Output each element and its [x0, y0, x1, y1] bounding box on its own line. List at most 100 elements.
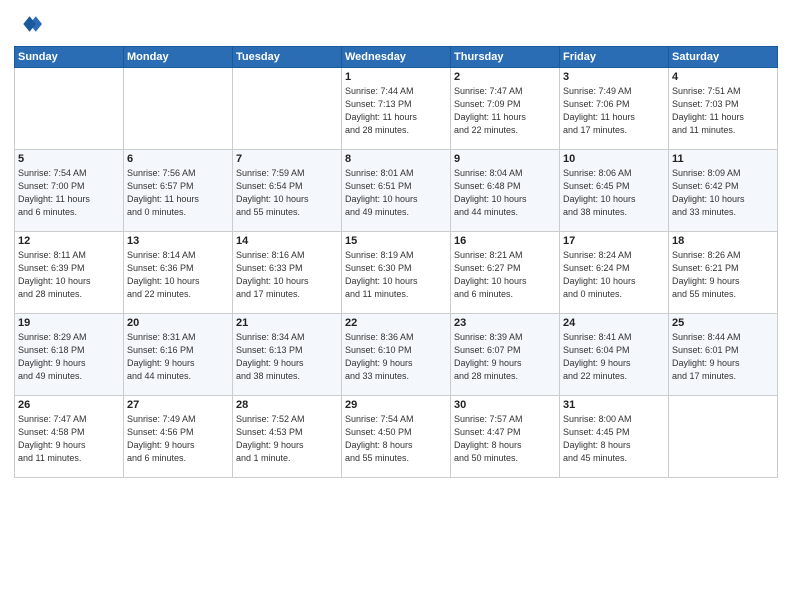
day-cell: [15, 68, 124, 150]
header: [14, 10, 778, 38]
day-info: Sunrise: 8:26 AM Sunset: 6:21 PM Dayligh…: [672, 249, 774, 301]
day-info: Sunrise: 7:52 AM Sunset: 4:53 PM Dayligh…: [236, 413, 338, 465]
week-row-3: 12 Sunrise: 8:11 AM Sunset: 6:39 PM Dayli…: [15, 232, 778, 314]
day-info: Sunrise: 7:56 AM Sunset: 6:57 PM Dayligh…: [127, 167, 229, 219]
day-number: 12: [18, 235, 120, 247]
day-info: Sunrise: 8:19 AM Sunset: 6:30 PM Dayligh…: [345, 249, 447, 301]
day-cell: 1 Sunrise: 7:44 AM Sunset: 7:13 PM Daylig…: [342, 68, 451, 150]
day-cell: 29 Sunrise: 7:54 AM Sunset: 4:50 PM Dayli…: [342, 396, 451, 478]
day-number: 29: [345, 399, 447, 411]
day-number: 3: [563, 71, 665, 83]
day-number: 5: [18, 153, 120, 165]
day-info: Sunrise: 8:09 AM Sunset: 6:42 PM Dayligh…: [672, 167, 774, 219]
day-cell: 22 Sunrise: 8:36 AM Sunset: 6:10 PM Dayli…: [342, 314, 451, 396]
day-number: 27: [127, 399, 229, 411]
day-cell: 12 Sunrise: 8:11 AM Sunset: 6:39 PM Dayli…: [15, 232, 124, 314]
col-header-sunday: Sunday: [15, 47, 124, 68]
day-info: Sunrise: 8:31 AM Sunset: 6:16 PM Dayligh…: [127, 331, 229, 383]
day-number: 26: [18, 399, 120, 411]
day-cell: 16Sunrise: 8:21 AM Sunset: 6:27 PM Dayli…: [451, 232, 560, 314]
day-number: 11: [672, 153, 774, 165]
day-cell: [669, 396, 778, 478]
day-cell: 17 Sunrise: 8:24 AM Sunset: 6:24 PM Dayli…: [560, 232, 669, 314]
day-info: Sunrise: 7:44 AM Sunset: 7:13 PM Dayligh…: [345, 85, 447, 137]
day-cell: 27 Sunrise: 7:49 AM Sunset: 4:56 PM Dayli…: [124, 396, 233, 478]
day-cell: 15 Sunrise: 8:19 AM Sunset: 6:30 PM Dayli…: [342, 232, 451, 314]
day-info: Sunrise: 8:11 AM Sunset: 6:39 PM Dayligh…: [18, 249, 120, 301]
day-info: Sunrise: 8:01 AM Sunset: 6:51 PM Dayligh…: [345, 167, 447, 219]
calendar-table: SundayMondayTuesdayWednesdayThursdayFrid…: [14, 46, 778, 478]
week-row-5: 26Sunrise: 7:47 AM Sunset: 4:58 PM Dayli…: [15, 396, 778, 478]
day-number: 15: [345, 235, 447, 247]
day-number: 6: [127, 153, 229, 165]
day-info: Sunrise: 8:39 AM Sunset: 6:07 PM Dayligh…: [454, 331, 556, 383]
day-number: 4: [672, 71, 774, 83]
day-info: Sunrise: 7:54 AM Sunset: 4:50 PM Dayligh…: [345, 413, 447, 465]
logo: [14, 10, 46, 38]
day-cell: [124, 68, 233, 150]
day-info: Sunrise: 8:34 AM Sunset: 6:13 PM Dayligh…: [236, 331, 338, 383]
day-info: Sunrise: 8:06 AM Sunset: 6:45 PM Dayligh…: [563, 167, 665, 219]
day-info: Sunrise: 8:24 AM Sunset: 6:24 PM Dayligh…: [563, 249, 665, 301]
day-cell: 20Sunrise: 8:31 AM Sunset: 6:16 PM Dayli…: [124, 314, 233, 396]
day-cell: 4 Sunrise: 7:51 AM Sunset: 7:03 PM Daylig…: [669, 68, 778, 150]
day-number: 28: [236, 399, 338, 411]
day-info: Sunrise: 8:44 AM Sunset: 6:01 PM Dayligh…: [672, 331, 774, 383]
day-info: Sunrise: 7:59 AM Sunset: 6:54 PM Dayligh…: [236, 167, 338, 219]
day-info: Sunrise: 8:36 AM Sunset: 6:10 PM Dayligh…: [345, 331, 447, 383]
day-cell: 8 Sunrise: 8:01 AM Sunset: 6:51 PM Daylig…: [342, 150, 451, 232]
week-row-4: 19Sunrise: 8:29 AM Sunset: 6:18 PM Dayli…: [15, 314, 778, 396]
col-header-friday: Friday: [560, 47, 669, 68]
col-header-tuesday: Tuesday: [233, 47, 342, 68]
day-info: Sunrise: 8:41 AM Sunset: 6:04 PM Dayligh…: [563, 331, 665, 383]
day-cell: 9 Sunrise: 8:04 AM Sunset: 6:48 PM Daylig…: [451, 150, 560, 232]
day-number: 17: [563, 235, 665, 247]
day-number: 23: [454, 317, 556, 329]
day-info: Sunrise: 7:49 AM Sunset: 7:06 PM Dayligh…: [563, 85, 665, 137]
day-cell: 30 Sunrise: 7:57 AM Sunset: 4:47 PM Dayli…: [451, 396, 560, 478]
day-info: Sunrise: 7:51 AM Sunset: 7:03 PM Dayligh…: [672, 85, 774, 137]
day-number: 16: [454, 235, 556, 247]
day-number: 13: [127, 235, 229, 247]
day-cell: 5 Sunrise: 7:54 AM Sunset: 7:00 PM Daylig…: [15, 150, 124, 232]
day-number: 2: [454, 71, 556, 83]
day-cell: 6 Sunrise: 7:56 AM Sunset: 6:57 PM Daylig…: [124, 150, 233, 232]
day-number: 10: [563, 153, 665, 165]
day-cell: 23 Sunrise: 8:39 AM Sunset: 6:07 PM Dayli…: [451, 314, 560, 396]
day-cell: 21 Sunrise: 8:34 AM Sunset: 6:13 PM Dayli…: [233, 314, 342, 396]
col-header-thursday: Thursday: [451, 47, 560, 68]
day-number: 25: [672, 317, 774, 329]
header-row: SundayMondayTuesdayWednesdayThursdayFrid…: [15, 47, 778, 68]
day-number: 21: [236, 317, 338, 329]
day-number: 9: [454, 153, 556, 165]
day-number: 30: [454, 399, 556, 411]
day-cell: 26Sunrise: 7:47 AM Sunset: 4:58 PM Dayli…: [15, 396, 124, 478]
day-cell: 3 Sunrise: 7:49 AM Sunset: 7:06 PM Daylig…: [560, 68, 669, 150]
day-cell: 31Sunrise: 8:00 AM Sunset: 4:45 PM Dayli…: [560, 396, 669, 478]
day-number: 1: [345, 71, 447, 83]
day-info: Sunrise: 7:49 AM Sunset: 4:56 PM Dayligh…: [127, 413, 229, 465]
col-header-wednesday: Wednesday: [342, 47, 451, 68]
logo-icon: [14, 10, 42, 38]
day-info: Sunrise: 8:04 AM Sunset: 6:48 PM Dayligh…: [454, 167, 556, 219]
page: SundayMondayTuesdayWednesdayThursdayFrid…: [0, 0, 792, 612]
day-cell: 28 Sunrise: 7:52 AM Sunset: 4:53 PM Dayli…: [233, 396, 342, 478]
day-info: Sunrise: 8:29 AM Sunset: 6:18 PM Dayligh…: [18, 331, 120, 383]
day-cell: 24 Sunrise: 8:41 AM Sunset: 6:04 PM Dayli…: [560, 314, 669, 396]
day-number: 7: [236, 153, 338, 165]
day-cell: 2Sunrise: 7:47 AM Sunset: 7:09 PM Daylig…: [451, 68, 560, 150]
day-number: 18: [672, 235, 774, 247]
day-info: Sunrise: 7:57 AM Sunset: 4:47 PM Dayligh…: [454, 413, 556, 465]
day-cell: 11 Sunrise: 8:09 AM Sunset: 6:42 PM Dayli…: [669, 150, 778, 232]
day-info: Sunrise: 8:14 AM Sunset: 6:36 PM Dayligh…: [127, 249, 229, 301]
day-number: 24: [563, 317, 665, 329]
day-cell: 10 Sunrise: 8:06 AM Sunset: 6:45 PM Dayli…: [560, 150, 669, 232]
day-info: Sunrise: 7:54 AM Sunset: 7:00 PM Dayligh…: [18, 167, 120, 219]
day-cell: 18 Sunrise: 8:26 AM Sunset: 6:21 PM Dayli…: [669, 232, 778, 314]
day-cell: 25 Sunrise: 8:44 AM Sunset: 6:01 PM Dayli…: [669, 314, 778, 396]
day-number: 22: [345, 317, 447, 329]
day-number: 8: [345, 153, 447, 165]
day-info: Sunrise: 8:16 AM Sunset: 6:33 PM Dayligh…: [236, 249, 338, 301]
day-number: 14: [236, 235, 338, 247]
day-cell: 14 Sunrise: 8:16 AM Sunset: 6:33 PM Dayli…: [233, 232, 342, 314]
